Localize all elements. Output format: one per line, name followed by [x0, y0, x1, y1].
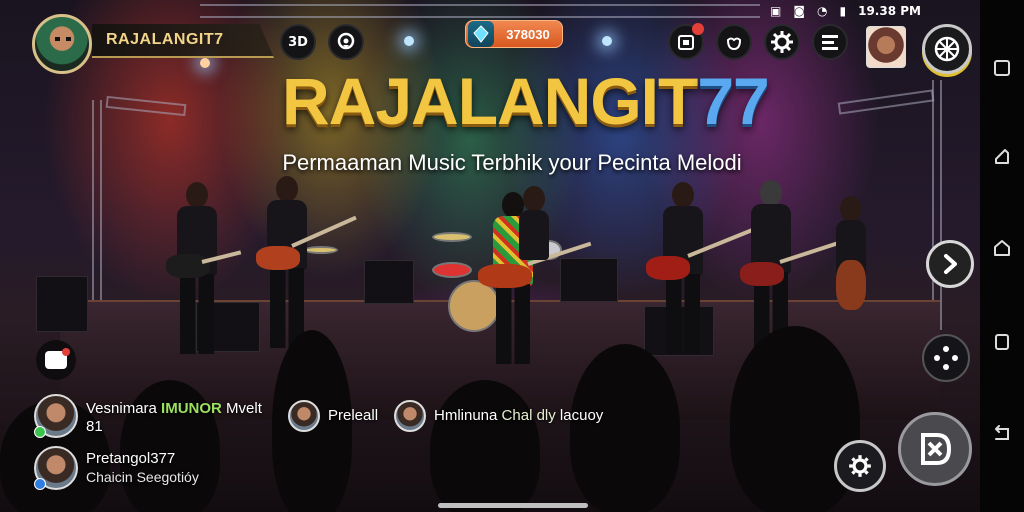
game-title: RAJALANGIT77 — [282, 68, 770, 134]
spotlight — [200, 58, 210, 68]
amp-speaker — [36, 276, 88, 332]
nav-square-button[interactable] — [980, 46, 1024, 90]
chat-message-text: Pretangol377 Chaicin Seegotióy — [86, 446, 199, 487]
game-title-accent: 77 — [697, 64, 769, 138]
chat-user-avatar[interactable] — [394, 400, 426, 432]
chat-message-text: Hmlinuna Chal dly lacuoy — [434, 400, 603, 425]
spotlight — [404, 36, 414, 46]
nav-back-button[interactable] — [980, 134, 1024, 178]
battery-icon: ▮ — [839, 4, 847, 18]
guitarist — [162, 182, 242, 362]
bag-button[interactable] — [716, 24, 752, 60]
back-icon — [995, 149, 1009, 164]
player-name: RAJALANGIT7 — [106, 31, 224, 48]
wheel-icon — [934, 36, 960, 62]
main-action-button[interactable] — [898, 412, 972, 486]
game-title-main: RAJALANGIT — [282, 64, 698, 138]
calendar-icon — [678, 35, 694, 50]
android-navigation-bar — [980, 0, 1024, 512]
system-status-bar: ▣ ◙ ◔ ▮ 19.38 PM — [770, 2, 976, 20]
chat-user-avatar[interactable] — [34, 446, 78, 490]
spotlight — [602, 36, 612, 46]
3d-view-icon: 3D — [288, 34, 308, 50]
amp-speaker — [560, 258, 618, 302]
double-bassist — [828, 196, 874, 326]
chat-username: Hmlinuna — [434, 407, 498, 424]
chat-bubble-icon — [45, 348, 70, 369]
chat-username: Vesnimara — [86, 400, 157, 417]
recents-icon — [995, 334, 1009, 350]
chat-line2: 81 — [86, 418, 103, 435]
location-button[interactable] — [328, 24, 364, 60]
online-badge — [34, 426, 46, 438]
3d-view-button[interactable]: 3D — [280, 24, 316, 60]
currency-value: 378030 — [506, 26, 550, 42]
cymbal — [432, 232, 472, 242]
location-pin-icon — [337, 32, 355, 50]
drummer — [514, 186, 554, 306]
stage-truss-top — [200, 4, 760, 18]
nav-home-button[interactable] — [980, 226, 1024, 270]
chat-message: Preleall — [288, 400, 378, 432]
stage-truss-left-beam — [105, 95, 187, 117]
chat-message-text: Vesnimara IMUNOR Mvelt 81 — [86, 394, 262, 436]
rotate-icon — [995, 425, 1009, 440]
nav-recents-button[interactable] — [980, 320, 1024, 364]
game-subtitle: Permaaman Music Terbhik your Pecinta Mel… — [282, 150, 742, 175]
clock: 19.38 PM — [858, 4, 921, 18]
menu-button[interactable] — [812, 24, 848, 60]
chat-highlight: IMUNOR — [161, 400, 222, 417]
arrow-right-icon — [944, 254, 957, 274]
calendar-button[interactable] — [668, 23, 704, 60]
notification-dot — [692, 23, 704, 35]
battery-saver-icon: ◙ — [793, 4, 805, 18]
stage-truss-right-beam — [837, 89, 935, 115]
settings-gear-icon — [771, 31, 793, 53]
verified-badge — [34, 478, 46, 490]
snare-drum — [432, 262, 472, 278]
bassist — [646, 182, 760, 382]
chat-message: Pretangol377 Chaicin Seegotióy — [34, 446, 199, 490]
camera-settings-button[interactable] — [834, 440, 886, 492]
stage-truss-left — [92, 100, 102, 320]
nav-rotate-button[interactable] — [980, 412, 1024, 456]
currency-counter[interactable]: 378030 — [465, 20, 563, 48]
amp-speaker — [364, 260, 414, 304]
square-icon — [994, 60, 1010, 76]
player-name-plate: RAJALANGIT7 — [92, 24, 274, 58]
player-avatar[interactable] — [32, 14, 92, 74]
stage-truss-right — [932, 80, 942, 330]
next-button[interactable] — [926, 240, 974, 288]
bag-icon — [726, 37, 742, 51]
chat-username: Preleall — [328, 407, 379, 424]
chat-message: Hmlinuna Chal dly lacuoy — [394, 400, 603, 432]
chat-user-avatar[interactable] — [288, 400, 320, 432]
chat-user-avatar[interactable] — [34, 394, 78, 438]
chat-body: lacuoy — [559, 407, 604, 424]
wheel-button[interactable] — [922, 24, 972, 74]
chat-highlight: Chal dly — [501, 407, 556, 424]
sim-icon: ▣ — [770, 4, 782, 18]
chat-button[interactable] — [36, 340, 76, 380]
dpad-button[interactable] — [922, 334, 970, 382]
chat-username: Pretangol — [86, 450, 151, 467]
menu-list-icon — [822, 35, 838, 50]
chat-body: Mvelt — [226, 400, 262, 417]
friend-avatar-thumbnail[interactable] — [866, 26, 906, 68]
gem-icon — [468, 21, 494, 47]
home-icon — [994, 240, 1010, 256]
gear-icon — [849, 455, 871, 477]
wifi-icon: ◔ — [817, 4, 828, 18]
action-icon — [921, 433, 952, 465]
chat-line2: Chaicin Seegotióy — [86, 469, 199, 485]
settings-button[interactable] — [764, 24, 800, 60]
chat-message: Vesnimara IMUNOR Mvelt 81 — [34, 394, 262, 438]
chat-highlight: 377 — [150, 450, 176, 467]
home-indicator-bar[interactable] — [438, 503, 588, 508]
